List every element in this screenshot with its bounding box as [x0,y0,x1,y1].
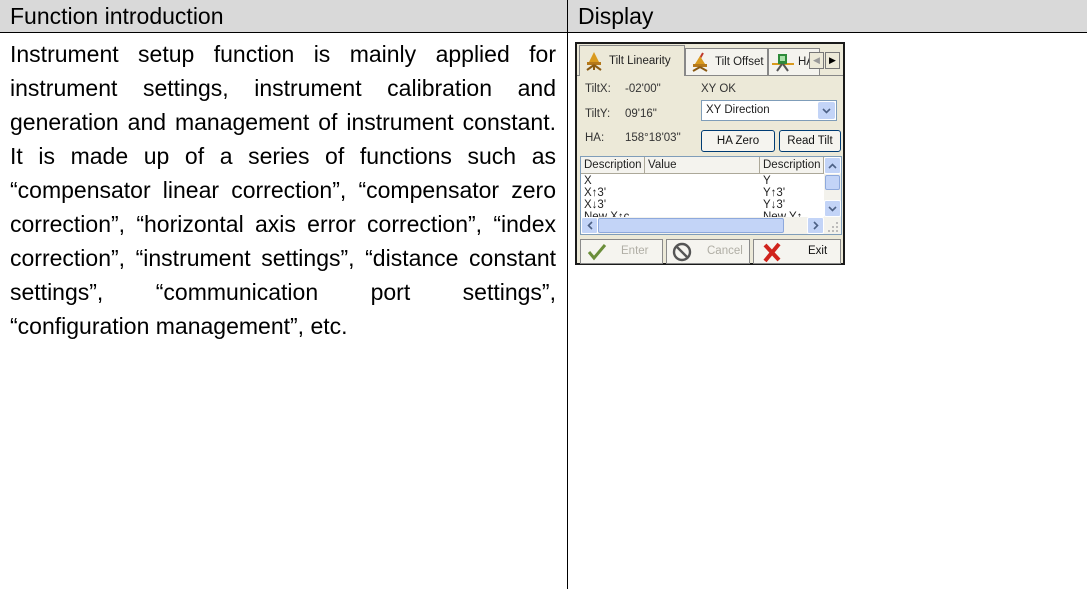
scroll-up-button[interactable] [824,157,841,174]
grid-cell: Y↑3' [763,187,786,199]
chevron-down-icon[interactable] [818,102,835,119]
horizontal-scroll-thumb[interactable] [598,218,784,233]
status-text: XY OK [701,83,736,95]
grid-cell: Y [763,175,771,187]
exit-x-icon [763,242,781,263]
tab-tilt-offset[interactable]: Tilt Offset [685,48,768,75]
enter-button-label: Enter [621,245,649,257]
ha-value: 158°18'03" [625,132,681,144]
grid-header-description[interactable]: Description [760,157,824,174]
chevron-down-icon [828,205,837,212]
header-label: Display [578,3,654,29]
tilt-x-value: -02'00" [625,83,661,95]
chevron-right-icon: ▶ [829,55,836,65]
header-label: Function introduction [10,3,224,29]
tab-label: Tilt Linearity [609,55,671,67]
exit-button[interactable]: Exit [753,239,841,264]
tab-scroll-right-button[interactable]: ▶ [825,52,840,69]
function-description: Instrument setup function is mainly appl… [10,41,556,339]
direction-select-value: XY Direction [706,104,770,116]
ha-zero-button[interactable]: HA Zero [701,130,775,152]
tilt-y-value: 09'16" [625,108,657,120]
instrument-setup-window: Tilt Linearity Tilt Offset ◀ ▶ TiltX: -0… [575,42,845,265]
tilt-y-label: TiltY: [585,108,611,120]
exit-button-label: Exit [808,245,828,257]
checkmark-icon [587,244,607,261]
grid-cell: X↑3' [584,187,607,199]
chevron-right-icon [812,221,819,230]
ha-label: HA: [585,132,605,144]
tilt-data-grid[interactable]: Description Value Description Value X Y … [580,156,842,235]
column-divider [567,0,568,589]
chevron-left-icon: ◀ [813,55,820,65]
tilt-x-label: TiltX: [585,83,611,95]
grid-cell: X [584,175,592,187]
grid-header-description[interactable]: Description [581,157,645,174]
cancel-button-label: Cancel [707,245,743,257]
cancel-button[interactable]: Cancel [666,239,750,264]
enter-button[interactable]: Enter [580,239,663,264]
vertical-scrollbar[interactable] [824,157,841,217]
tab-scroll-left-button[interactable]: ◀ [809,52,824,69]
direction-select[interactable]: XY Direction [701,100,837,121]
chevron-up-icon [828,162,837,169]
grid-cell: X↓3' [584,199,607,211]
tab-label: Tilt Offset [715,56,764,68]
function-table: Function introduction Display Instrument… [0,0,1087,589]
scroll-left-button[interactable] [581,217,598,234]
chevron-left-icon [586,221,593,230]
resize-grip-icon[interactable] [827,221,839,233]
vertical-scroll-thumb[interactable] [825,175,840,190]
tab-bar: Tilt Linearity Tilt Offset ◀ ▶ [577,44,843,76]
tilt-offset-icon [692,52,708,72]
grid-header-value[interactable]: Value [645,157,760,174]
read-tilt-button[interactable]: Read Tilt [779,130,841,152]
scroll-right-button[interactable] [807,217,824,234]
cancel-icon [672,242,692,262]
haxis-instrument-icon [772,54,794,72]
tab-tilt-linearity[interactable]: Tilt Linearity [579,45,685,76]
header-function-introduction: Function introduction [0,0,567,33]
header-display: Display [568,0,1087,33]
horizontal-scrollbar[interactable] [581,217,841,234]
tilt-linearity-icon [586,52,602,71]
grid-cell: Y↓3' [763,199,786,211]
scroll-down-button[interactable] [824,200,841,217]
